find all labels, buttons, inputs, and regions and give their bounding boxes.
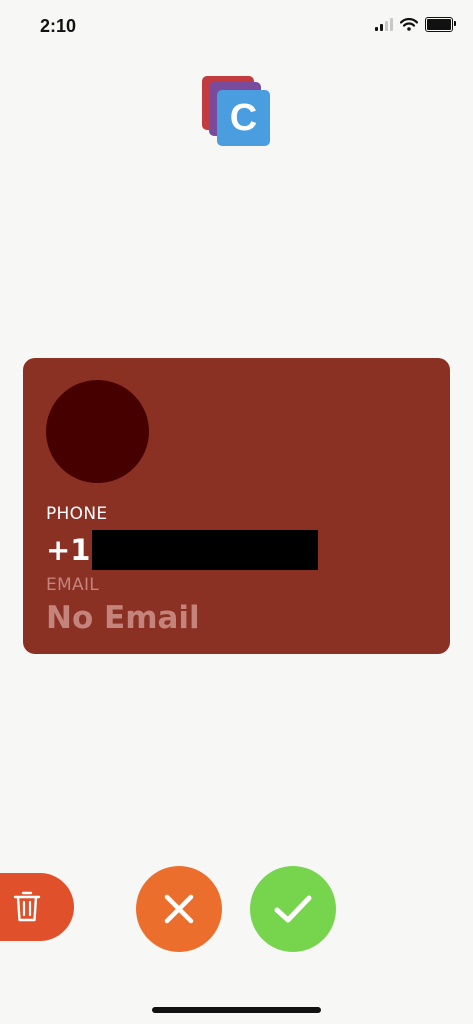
status-bar: 2:10 — [0, 0, 473, 56]
cellular-signal-icon — [375, 18, 393, 31]
logo-letter: C — [229, 96, 258, 139]
delete-button[interactable] — [0, 873, 74, 941]
redacted-phone-number — [92, 530, 319, 570]
app-logo: C — [200, 76, 274, 148]
avatar — [46, 380, 149, 483]
reject-button[interactable] — [136, 866, 222, 952]
battery-icon — [425, 17, 456, 32]
logo-layer-front: C — [217, 90, 270, 146]
close-icon — [164, 894, 194, 924]
contact-card: PHONE +1 EMAIL No Email — [23, 358, 450, 654]
status-time: 2:10 — [40, 16, 77, 36]
accept-button[interactable] — [250, 866, 336, 952]
home-indicator[interactable] — [152, 1007, 321, 1013]
wifi-icon — [400, 18, 418, 31]
phone-value: +1 — [46, 530, 319, 570]
status-icons — [375, 17, 456, 32]
battery-level — [427, 19, 451, 30]
phone-label: PHONE — [46, 504, 108, 524]
trash-icon — [13, 891, 41, 922]
email-label: EMAIL — [46, 575, 100, 595]
phone-number-prefix: +1 — [46, 533, 91, 567]
checkmark-icon — [274, 895, 312, 923]
email-value: No Email — [46, 600, 200, 636]
